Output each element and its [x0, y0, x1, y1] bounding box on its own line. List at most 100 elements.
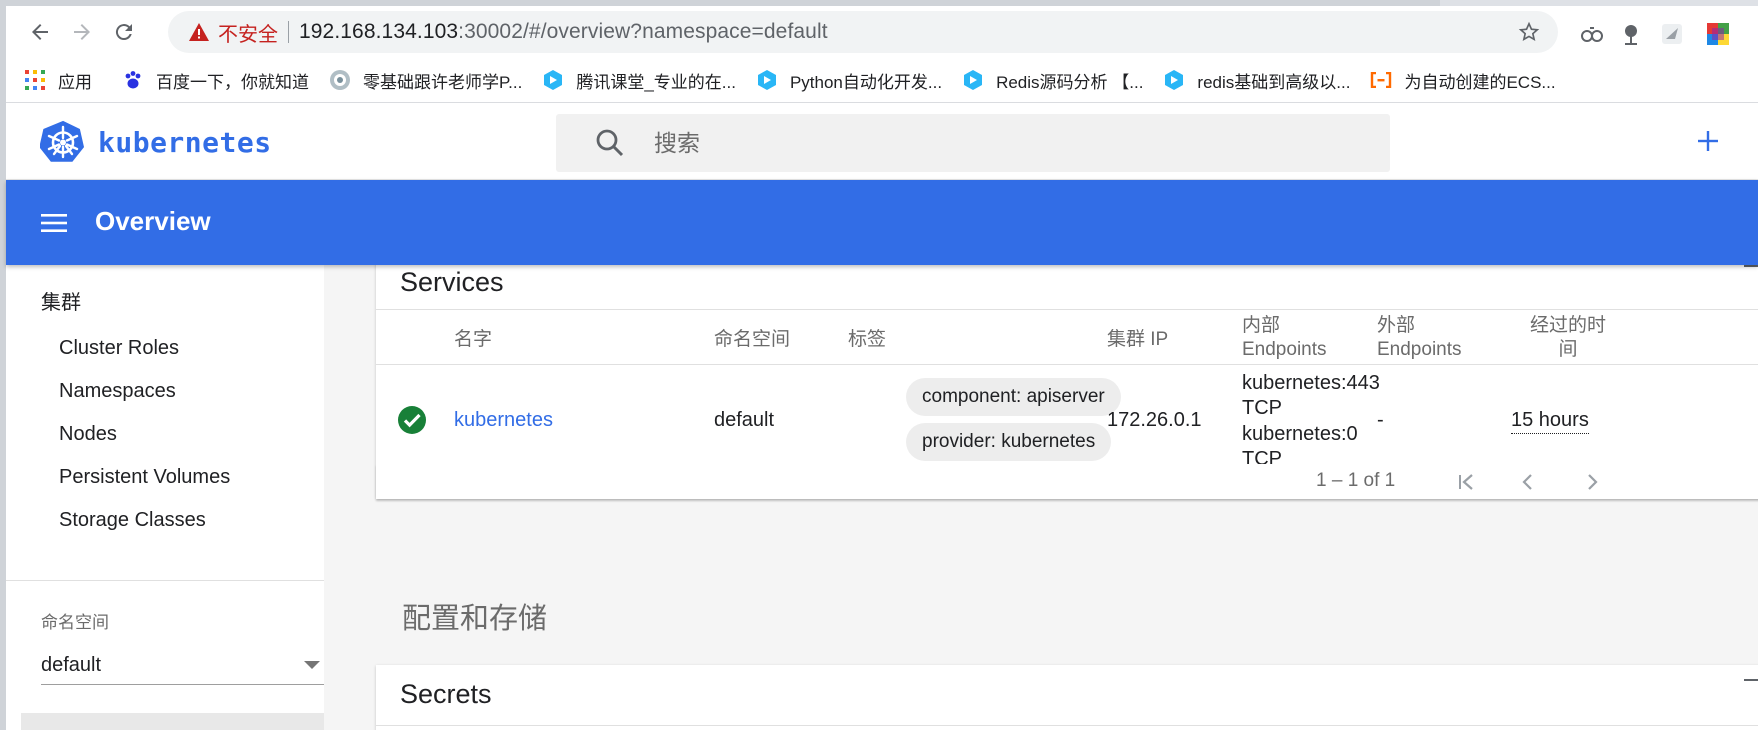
tencent-classroom-icon — [542, 69, 564, 91]
extension-telescope-icon[interactable] — [1620, 22, 1644, 46]
forward-button[interactable] — [62, 12, 102, 52]
back-arrow-icon — [32, 24, 48, 40]
bookmark-label: redis基础到高级以... — [1197, 72, 1351, 92]
secrets-title: Secrets — [400, 679, 492, 709]
prev-page-button[interactable] — [1514, 468, 1542, 496]
url-path: :30002/#/overview?namespace=default — [458, 20, 828, 43]
main-content: Services 名字 命名空间 标签 集群 IP 内部 Endpoints 外部… — [324, 265, 1758, 730]
kubernetes-logo[interactable]: kubernetes — [40, 119, 272, 165]
sidebar: 集群 Cluster Roles Namespaces Nodes Persis… — [6, 265, 324, 730]
service-age: 15 hours — [1511, 408, 1589, 434]
services-pagination: 1 – 1 of 1 — [376, 464, 1758, 499]
hamburger-menu-icon — [41, 214, 67, 232]
bookmark-tencent-4[interactable]: redis基础到高级以... — [1153, 58, 1360, 102]
sidebar-item-nodes[interactable]: Nodes — [59, 423, 117, 446]
col-age[interactable]: 经过的时间 — [1518, 314, 1618, 362]
secrets-title-divider — [376, 725, 1758, 726]
dropdown-caret-icon — [304, 661, 320, 669]
services-title-divider — [376, 309, 1758, 310]
search-box[interactable] — [556, 114, 1390, 172]
tencent-classroom-icon — [1163, 69, 1185, 91]
service-name-link[interactable]: kubernetes — [454, 408, 553, 433]
bookmarks-bar: 应用 百度一下，你就知道 零基础跟许老师学P... 腾讯课堂_专业的在... P… — [6, 58, 1758, 102]
address-separator — [288, 21, 289, 43]
not-secure-label[interactable]: 不安全 — [218, 18, 278, 47]
next-page-button[interactable] — [1578, 468, 1606, 496]
bookmark-label: 应用 — [58, 72, 92, 92]
chevron-left-icon — [1522, 474, 1532, 490]
bookmark-label: Redis源码分析 【... — [996, 72, 1144, 92]
first-page-icon — [1459, 474, 1473, 490]
endpoint-port: kubernetes:0 — [1242, 423, 1358, 445]
sidebar-section-cluster[interactable]: 集群 — [41, 286, 81, 315]
search-input[interactable] — [654, 129, 1254, 157]
endpoint-protocol: TCP — [1242, 397, 1282, 419]
tencent-classroom-icon — [962, 69, 984, 91]
address-bar[interactable]: 不安全 192.168.134.103:30002/#/overview?nam… — [168, 11, 1558, 53]
reload-button[interactable] — [104, 12, 144, 52]
chevron-right-icon — [1588, 474, 1598, 490]
extension-bird-icon[interactable] — [1660, 22, 1684, 46]
first-page-button[interactable] — [1452, 468, 1480, 496]
search-icon — [596, 129, 624, 157]
bookmark-label: 为自动创建的ECS... — [1404, 72, 1556, 92]
col-internal-line2: Endpoints — [1242, 339, 1327, 360]
header-divider — [376, 364, 1758, 365]
bookmark-tencent-2[interactable]: Python自动化开发... — [746, 58, 952, 102]
extension-colorgrid-icon[interactable] — [1706, 22, 1730, 46]
bookmark-site-1[interactable]: 零基础跟许老师学P... — [319, 58, 532, 102]
label-chip: component: apiserver — [906, 378, 1121, 416]
reload-icon — [115, 24, 132, 41]
config-storage-heading: 配置和存储 — [402, 603, 548, 635]
label-chip: provider: kubernetes — [906, 423, 1112, 461]
bookmark-aliyun[interactable]: 为自动创建的ECS... — [1360, 58, 1565, 102]
url-text[interactable]: 192.168.134.103:30002/#/overview?namespa… — [299, 20, 828, 44]
col-internal-line1: 内部 — [1242, 315, 1281, 336]
col-external-line1: 外部 — [1377, 315, 1416, 336]
url-host: 192.168.134.103 — [299, 20, 459, 43]
bookmark-label: 零基础跟许老师学P... — [363, 72, 523, 92]
pagination-range: 1 – 1 of 1 — [1316, 470, 1396, 491]
nav-menu-button[interactable] — [38, 207, 70, 239]
sidebar-item-storage-classes[interactable]: Storage Classes — [59, 509, 206, 532]
forward-arrow-icon — [74, 24, 90, 40]
sidebar-item-namespaces[interactable]: Namespaces — [59, 380, 176, 403]
services-title: Services — [400, 267, 504, 297]
kubernetes-helm-icon — [40, 120, 85, 162]
extension-link-icon[interactable] — [1580, 22, 1604, 46]
bookmark-tencent-1[interactable]: 腾讯课堂_专业的在... — [532, 58, 746, 102]
col-name[interactable]: 名字 — [454, 328, 492, 352]
bookmark-star-icon[interactable] — [1518, 21, 1540, 48]
namespace-select[interactable]: default — [41, 647, 324, 685]
bookmark-label: Python自动化开发... — [789, 72, 943, 92]
sidebar-overview-item[interactable] — [21, 713, 324, 730]
col-external-endpoints: 外部 Endpoints — [1377, 314, 1462, 362]
service-namespace: default — [714, 409, 775, 431]
aliyun-icon — [1370, 69, 1392, 91]
tencent-classroom-icon — [756, 69, 778, 91]
bookmark-apps[interactable]: 应用 — [14, 58, 102, 102]
filter-icon[interactable] — [1744, 679, 1758, 693]
col-cluster-ip: 集群 IP — [1107, 329, 1169, 350]
secrets-card: Secrets — [376, 665, 1758, 730]
sidebar-divider — [6, 580, 324, 581]
bookmark-tencent-3[interactable]: Redis源码分析 【... — [952, 58, 1153, 102]
sidebar-item-cluster-roles[interactable]: Cluster Roles — [59, 337, 179, 360]
service-external-endpoints: - — [1377, 409, 1384, 431]
page-title: Overview — [95, 206, 211, 236]
col-external-line2: Endpoints — [1377, 339, 1462, 360]
apps-grid-icon — [24, 69, 46, 91]
endpoint-port: kubernetes:443 — [1242, 372, 1380, 394]
namespace-label: 命名空间 — [41, 613, 109, 632]
create-button[interactable] — [1686, 119, 1730, 163]
internal-endpoint-1: kubernetes:443 TCP — [1242, 371, 1380, 421]
filter-icon[interactable] — [1744, 265, 1758, 279]
back-button[interactable] — [20, 12, 60, 52]
status-ok-icon — [398, 406, 426, 434]
sidebar-item-persistent-volumes[interactable]: Persistent Volumes — [59, 466, 230, 489]
col-namespace[interactable]: 命名空间 — [714, 328, 790, 352]
bookmark-baidu[interactable]: 百度一下，你就知道 — [112, 58, 319, 102]
app-header: kubernetes — [6, 103, 1758, 180]
not-secure-warning-icon[interactable] — [188, 21, 210, 43]
plus-icon — [1698, 131, 1718, 151]
